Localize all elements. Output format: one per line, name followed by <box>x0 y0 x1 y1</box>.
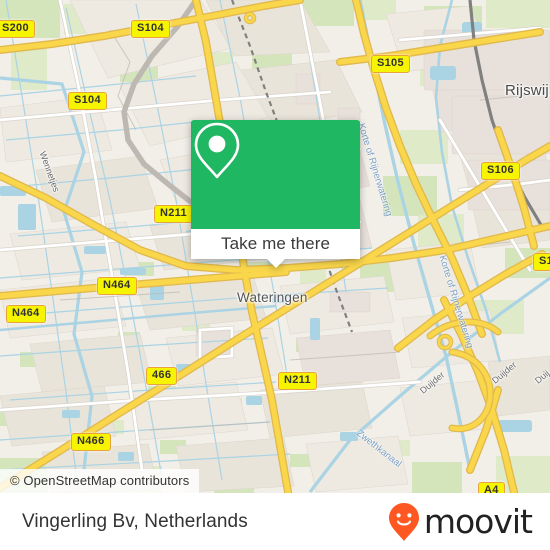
moovit-logo[interactable]: moovit <box>387 502 533 542</box>
map-attribution[interactable]: © OpenStreetMap contributors <box>0 469 200 493</box>
road-shield-n211-west[interactable]: N211 <box>154 205 193 223</box>
take-me-there-label: Take me there <box>220 234 331 253</box>
moovit-map-screen: .land{fill:#f2efe9;} .field{fill:#eeeae2… <box>0 0 550 550</box>
road-shield-n466[interactable]: N466 <box>71 433 111 451</box>
moovit-wordmark: moovit <box>423 502 533 541</box>
road-shield-466[interactable]: 466 <box>146 367 178 385</box>
road-shield-s1-edge[interactable]: S1 <box>533 253 550 271</box>
location-pin-icon <box>194 122 240 179</box>
road-shield-n211-south[interactable]: N211 <box>278 372 317 390</box>
map-canvas[interactable]: .land{fill:#f2efe9;} .field{fill:#eeeae2… <box>0 0 550 493</box>
road-shield-s104-west[interactable]: S104 <box>68 92 107 110</box>
road-shield-s106[interactable]: S106 <box>481 162 520 180</box>
take-me-there-popup[interactable]: Take me there <box>191 120 360 268</box>
road-shield-n464-north[interactable]: N464 <box>97 277 137 295</box>
popup-header <box>191 120 360 229</box>
road-shield-s104-north[interactable]: S104 <box>131 20 170 38</box>
place-title: Vingerling Bv, Netherlands <box>22 510 248 532</box>
popup-pointer-tail <box>265 258 286 268</box>
road-shield-a4[interactable]: A4 <box>478 482 505 493</box>
popup-action-bar[interactable]: Take me there <box>191 229 360 268</box>
road-shield-s200[interactable]: S200 <box>0 20 35 38</box>
bottom-bar: Vingerling Bv, Netherlands moovit <box>0 493 550 550</box>
moovit-smiley-pin-icon <box>388 502 419 541</box>
road-shield-n464-west[interactable]: N464 <box>6 305 46 323</box>
road-shield-s105[interactable]: S105 <box>371 55 410 73</box>
